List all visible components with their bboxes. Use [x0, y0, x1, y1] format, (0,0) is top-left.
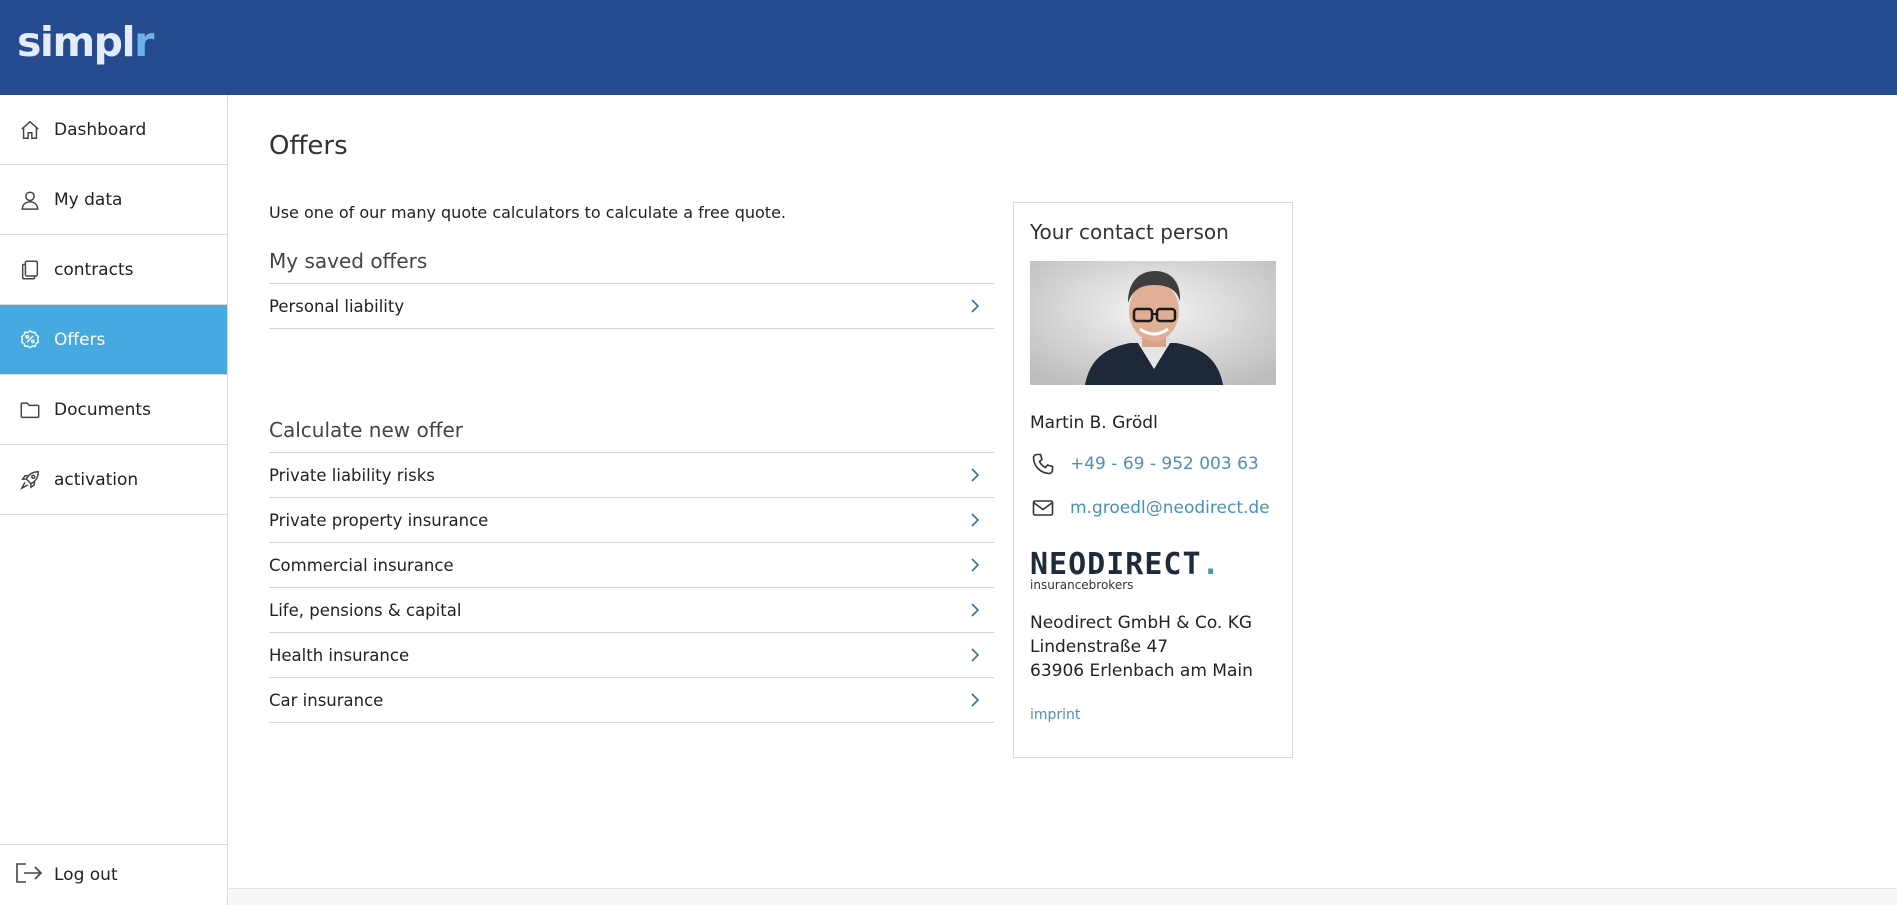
calculate-offer-row-commercial[interactable]: Commercial insurance [269, 542, 994, 587]
chevron-right-icon [971, 513, 980, 527]
sidebar-item-label: contracts [54, 259, 134, 280]
logout-label: Log out [54, 865, 118, 885]
chevron-right-icon [971, 468, 980, 482]
calculate-offer-label: Commercial insurance [269, 555, 454, 575]
saved-offer-row[interactable]: Personal liability [269, 283, 994, 328]
sidebar-item-label: My data [54, 189, 123, 210]
sidebar-item-documents[interactable]: Documents [0, 375, 227, 445]
logout-button[interactable]: Log out [0, 844, 228, 905]
calculate-offer-row-car[interactable]: Car insurance [269, 677, 994, 722]
logo-text-accent: r [134, 18, 154, 66]
sidebar-item-label: activation [54, 469, 139, 490]
saved-offer-label: Personal liability [269, 296, 405, 316]
sidebar-item-label: Offers [54, 329, 106, 350]
logout-icon [14, 861, 44, 889]
chevron-right-icon [971, 299, 980, 313]
list-divider [269, 722, 994, 723]
sidebar-item-contracts[interactable]: contracts [0, 235, 227, 305]
calculate-offer-label: Health insurance [269, 645, 410, 665]
documents-icon [18, 258, 42, 282]
calculate-offer-label: Life, pensions & capital [269, 600, 462, 620]
contact-photo [1030, 261, 1276, 385]
sidebar-item-offers[interactable]: Offers [0, 305, 227, 375]
calculate-offer-row-private-liability[interactable]: Private liability risks [269, 452, 994, 497]
contact-name: Martin B. Grödl [1030, 413, 1158, 433]
address-line-street: Lindenstraße 47 [1030, 637, 1169, 657]
percent-badge-icon [18, 328, 42, 352]
contact-email-line: m.groedl@neodirect.de [1030, 495, 1276, 521]
contact-email-link[interactable]: m.groedl@neodirect.de [1070, 498, 1270, 518]
chevron-right-icon [971, 558, 980, 572]
contact-person-card: Your contact person Martin B. Grödl +49 … [1013, 202, 1293, 758]
neodirect-logo: NEODIRECT. insurancebrokers [1030, 550, 1276, 593]
calculate-offer-label: Private liability risks [269, 465, 435, 485]
calculate-offer-row-life-pensions[interactable]: Life, pensions & capital [269, 587, 994, 632]
company-address: Neodirect GmbH & Co. KG Lindenstraße 47 … [1030, 611, 1276, 683]
contact-phone-line: +49 - 69 - 952 003 63 [1030, 451, 1276, 477]
calculate-offer-row-private-property[interactable]: Private property insurance [269, 497, 994, 542]
chevron-right-icon [971, 693, 980, 707]
chevron-right-icon [971, 648, 980, 662]
sidebar-nav: Dashboard My data contracts Offers Docum… [0, 95, 228, 905]
sidebar-item-my-data[interactable]: My data [0, 165, 227, 235]
chevron-right-icon [971, 603, 980, 617]
rocket-icon [18, 468, 42, 492]
top-header-bar: simplr [0, 0, 1897, 95]
address-line-city: 63906 Erlenbach am Main [1030, 661, 1253, 681]
user-icon [18, 188, 42, 212]
contact-phone-link[interactable]: +49 - 69 - 952 003 63 [1070, 454, 1259, 474]
imprint-link[interactable]: imprint [1030, 707, 1276, 723]
calculate-offer-row-health[interactable]: Health insurance [269, 632, 994, 677]
offers-section: My saved offers Personal liability Calcu… [269, 247, 994, 723]
folder-icon [18, 398, 42, 422]
mail-icon [1030, 495, 1056, 521]
brand-name-text: NEODIRECT [1030, 547, 1202, 582]
calculate-offer-label: Private property insurance [269, 510, 489, 530]
calculate-offer-label: Car insurance [269, 690, 384, 710]
contact-card-title: Your contact person [1030, 220, 1229, 244]
intro-text: Use one of our many quote calculators to… [269, 203, 787, 222]
sidebar-item-label: Dashboard [54, 119, 147, 140]
address-line-company: Neodirect GmbH & Co. KG [1030, 613, 1253, 633]
home-icon [18, 118, 42, 142]
main-content: Offers Use one of our many quote calcula… [229, 95, 1897, 888]
brand-name-dot: . [1201, 547, 1221, 582]
sidebar-item-dashboard[interactable]: Dashboard [0, 95, 227, 165]
brand-name: NEODIRECT. [1030, 550, 1276, 580]
phone-icon [1030, 451, 1056, 477]
page-title: Offers [269, 131, 348, 161]
logo-text-main: simpl [17, 18, 136, 66]
sidebar-item-label: Documents [54, 399, 151, 420]
footer-strip [229, 888, 1897, 905]
simplr-logo[interactable]: simplr [17, 18, 154, 66]
saved-offers-heading: My saved offers [269, 249, 428, 273]
sidebar-item-activation[interactable]: activation [0, 445, 227, 515]
calculate-offer-heading: Calculate new offer [269, 418, 464, 442]
